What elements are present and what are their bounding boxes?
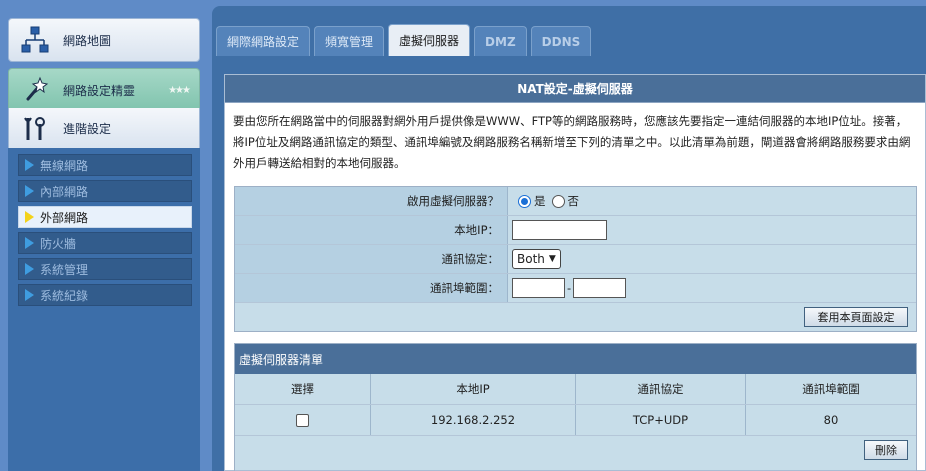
nav-advanced-settings[interactable]: 進階設定 xyxy=(8,108,200,150)
submenu-item-label: 內部網路 xyxy=(40,184,89,199)
page-title: NAT設定-虛擬伺服器 xyxy=(225,75,925,103)
protocol-select-value: Both xyxy=(517,252,545,266)
nav-advanced-settings-label: 進階設定 xyxy=(63,122,112,136)
nav-network-map-label: 網路地圖 xyxy=(63,33,112,48)
network-map-icon xyxy=(15,22,55,58)
submenu-item-firewall[interactable]: 防火牆 xyxy=(18,232,192,254)
submenu-item-label: 外部網路 xyxy=(40,210,89,225)
submenu-item-administration[interactable]: 系統管理 xyxy=(18,258,192,280)
arrow-right-icon xyxy=(25,211,34,223)
row-port-range: 80 xyxy=(823,413,839,427)
arrow-right-icon xyxy=(25,159,34,171)
port-start-input[interactable] xyxy=(512,278,565,298)
protocol-select[interactable]: Both ▼ xyxy=(512,249,561,269)
magic-wand-icon xyxy=(15,72,55,108)
list-actions-row: 刪除 xyxy=(235,436,916,470)
tools-icon xyxy=(15,111,55,147)
enable-no-radio[interactable] xyxy=(551,194,565,208)
tab-dmz[interactable]: DMZ xyxy=(474,26,527,56)
nav-setup-wizard-label: 網路設定精靈 xyxy=(63,83,136,98)
tab-virtual-server[interactable]: 虛擬伺服器 xyxy=(388,24,471,56)
column-header-local-ip: 本地IP xyxy=(371,374,576,404)
tab-bar: 網際網路設定 頻寬管理 虛擬伺服器 DMZ DDNS xyxy=(216,24,595,56)
submenu-item-wireless[interactable]: 無線網路 xyxy=(18,154,192,176)
advanced-submenu: 無線網路 內部網路 外部網路 防火牆 系統管理 系統紀錄 xyxy=(8,148,200,471)
row-protocol: TCP+UDP xyxy=(576,405,746,435)
enable-yes-radio[interactable] xyxy=(518,194,531,208)
protocol-label: 通訊協定： xyxy=(235,245,508,273)
form-row-enable: 啟用虛擬伺服器？ 是 否 xyxy=(235,187,916,216)
delete-button[interactable]: 刪除 xyxy=(864,440,908,460)
submenu-item-label: 系統紀錄 xyxy=(40,288,89,303)
submenu-item-lan[interactable]: 內部網路 xyxy=(18,180,192,202)
tab-bandwidth[interactable]: 頻寬管理 xyxy=(314,26,385,56)
enable-label: 啟用虛擬伺服器？ xyxy=(235,187,508,215)
port-end-input[interactable] xyxy=(573,278,627,298)
row-local-ip: 192.168.2.252 xyxy=(371,405,576,435)
list-title: 虛擬伺服器清單 xyxy=(235,344,916,374)
row-select-checkbox[interactable] xyxy=(296,413,309,427)
port-range-label: 通訊埠範圍： xyxy=(235,274,508,302)
column-header-select: 選擇 xyxy=(235,374,371,404)
table-row: 192.168.2.252 TCP+UDP 80 xyxy=(235,405,916,436)
arrow-right-icon xyxy=(25,289,34,301)
submenu-item-label: 系統管理 xyxy=(40,262,89,277)
nav-network-map[interactable]: 網路地圖 xyxy=(8,18,200,62)
submenu-item-label: 防火牆 xyxy=(40,236,77,251)
arrow-right-icon xyxy=(25,237,34,249)
content-panel: NAT設定-虛擬伺服器 要由您所在網路當中的伺服器對網外用戶提供像是WWW、FT… xyxy=(224,74,926,471)
column-header-protocol: 通訊協定 xyxy=(576,374,746,404)
column-header-port-range: 通訊埠範圍 xyxy=(802,382,860,396)
arrow-right-icon xyxy=(25,263,34,275)
form-row-port-range: 通訊埠範圍： - xyxy=(235,274,916,303)
local-ip-input[interactable] xyxy=(512,220,607,240)
tab-ddns[interactable]: DDNS xyxy=(530,26,592,56)
form-row-protocol: 通訊協定： Both ▼ xyxy=(235,245,916,274)
virtual-server-form: 啟用虛擬伺服器？ 是 否 本地IP： 通訊協定： Both ▼ 通訊埠範圍： -… xyxy=(234,186,917,332)
arrow-right-icon xyxy=(25,185,34,197)
sparkle-icon: ★★★ xyxy=(168,85,191,96)
form-row-apply: 套用本頁面設定 xyxy=(235,303,916,331)
enable-yes-label: 是 xyxy=(534,194,546,208)
apply-settings-button[interactable]: 套用本頁面設定 xyxy=(804,307,908,327)
submenu-item-system-log[interactable]: 系統紀錄 xyxy=(18,284,192,306)
local-ip-label: 本地IP： xyxy=(235,216,508,244)
submenu-item-label: 無線網路 xyxy=(40,158,89,173)
sidebar: 網路地圖 網路設定精靈 ★★★ 進階設定 無線網路 內部網路 外部網路 防火牆 … xyxy=(0,0,212,471)
port-range-separator: - xyxy=(567,281,572,295)
enable-no-label: 否 xyxy=(567,194,580,208)
nav-setup-wizard[interactable]: 網路設定精靈 ★★★ xyxy=(8,68,200,112)
chevron-down-icon: ▼ xyxy=(548,254,556,264)
virtual-server-list: 虛擬伺服器清單 選擇 本地IP 通訊協定 通訊埠範圍 192.168.2.252… xyxy=(234,343,917,471)
main-area: 網際網路設定 頻寬管理 虛擬伺服器 DMZ DDNS NAT設定-虛擬伺服器 要… xyxy=(212,0,926,471)
submenu-item-wan[interactable]: 外部網路 xyxy=(18,206,192,228)
tab-internet-settings[interactable]: 網際網路設定 xyxy=(216,26,311,56)
list-header-row: 選擇 本地IP 通訊協定 通訊埠範圍 xyxy=(235,374,916,405)
form-row-local-ip: 本地IP： xyxy=(235,216,916,245)
